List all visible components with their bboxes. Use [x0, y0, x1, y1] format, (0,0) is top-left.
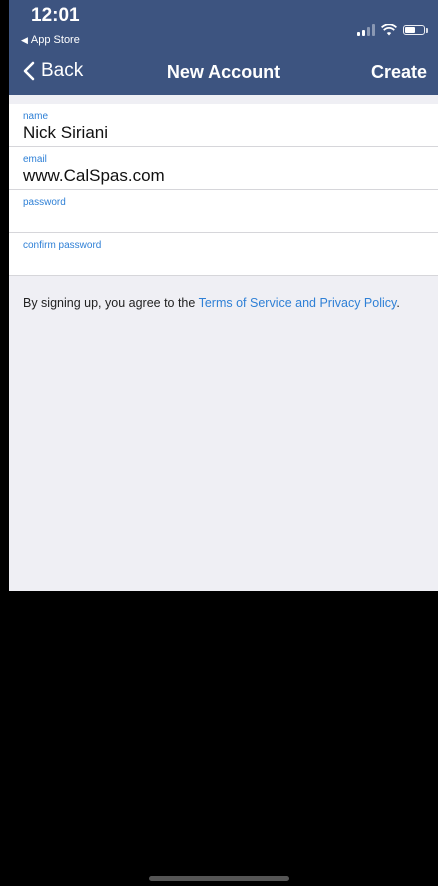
wifi-icon [381, 24, 397, 36]
confirm-password-field[interactable]: confirm password [9, 233, 438, 276]
battery-cap-icon [426, 27, 428, 33]
terms-notice: By signing up, you agree to the Terms of… [23, 296, 400, 310]
cellular-signal-icon [357, 24, 375, 36]
back-app-label: App Store [30, 34, 80, 46]
home-indicator[interactable] [149, 876, 289, 881]
email-field[interactable]: email www.CalSpas.com [9, 147, 438, 190]
account-form: name Nick Siriani email www.CalSpas.com … [9, 104, 438, 276]
battery-icon [403, 25, 425, 35]
password-label: password [23, 197, 66, 208]
password-field[interactable]: password [9, 190, 438, 233]
terms-suffix: . [396, 296, 400, 310]
terms-link[interactable]: Terms of Service and Privacy Policy [199, 296, 397, 310]
name-field[interactable]: name Nick Siriani [9, 104, 438, 147]
name-value[interactable]: Nick Siriani [23, 123, 108, 143]
status-time: 12:01 [31, 5, 80, 26]
terms-prefix: By signing up, you agree to the [23, 296, 199, 310]
back-to-app-store-link[interactable]: ◀ App Store [21, 34, 80, 46]
email-label: email [23, 154, 47, 165]
name-label: name [23, 111, 49, 122]
header: 12:01 ◀ App Store Back New Account Create [9, 0, 438, 95]
create-button[interactable]: Create [371, 62, 427, 83]
back-triangle-icon: ◀ [21, 35, 28, 45]
email-value[interactable]: www.CalSpas.com [23, 166, 165, 186]
confirm-password-label: confirm password [23, 240, 102, 251]
keyboard-area [9, 591, 438, 886]
status-icons [357, 24, 428, 36]
app-screen: 12:01 ◀ App Store Back New Account Create [9, 0, 438, 886]
